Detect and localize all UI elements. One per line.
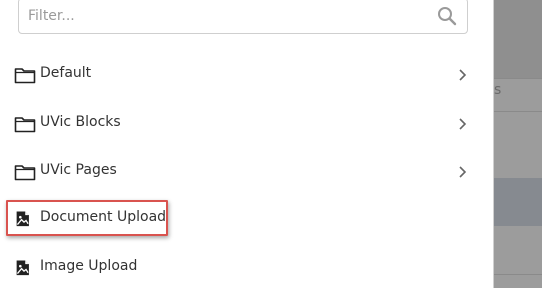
- chevron-right-icon[interactable]: [458, 165, 468, 179]
- background-divider: [494, 274, 542, 275]
- background-divider: [494, 111, 542, 112]
- list-item-label: UVic Blocks: [40, 114, 121, 130]
- folder-icon: [14, 68, 36, 84]
- chevron-right-icon[interactable]: [458, 68, 468, 82]
- list-item-uvic-blocks[interactable]: UVic Blocks: [0, 104, 494, 144]
- chevron-right-icon[interactable]: [458, 117, 468, 131]
- list-item-uvic-pages[interactable]: UVic Pages: [0, 152, 494, 192]
- filter-field[interactable]: [18, 0, 468, 34]
- list-item-label: Image Upload: [40, 258, 138, 274]
- list-item-image-upload[interactable]: Image Upload: [0, 248, 494, 288]
- list-item-label: Default: [40, 65, 92, 81]
- background-divider: [494, 78, 542, 79]
- background-row-highlight: [494, 178, 542, 226]
- highlight-annotation: [6, 200, 168, 236]
- filter-input[interactable]: [28, 4, 428, 28]
- folder-icon: [14, 165, 36, 181]
- background-page-overlay: s: [494, 0, 542, 288]
- background-column-header: s: [494, 82, 502, 98]
- search-icon[interactable]: [437, 6, 457, 26]
- list-item-label: UVic Pages: [40, 162, 117, 178]
- content-type-chooser-panel: Default UVic Blocks UVic Pages: [0, 0, 494, 288]
- file-image-icon: [16, 260, 29, 276]
- folder-icon: [14, 117, 36, 133]
- list-item-default[interactable]: Default: [0, 55, 494, 95]
